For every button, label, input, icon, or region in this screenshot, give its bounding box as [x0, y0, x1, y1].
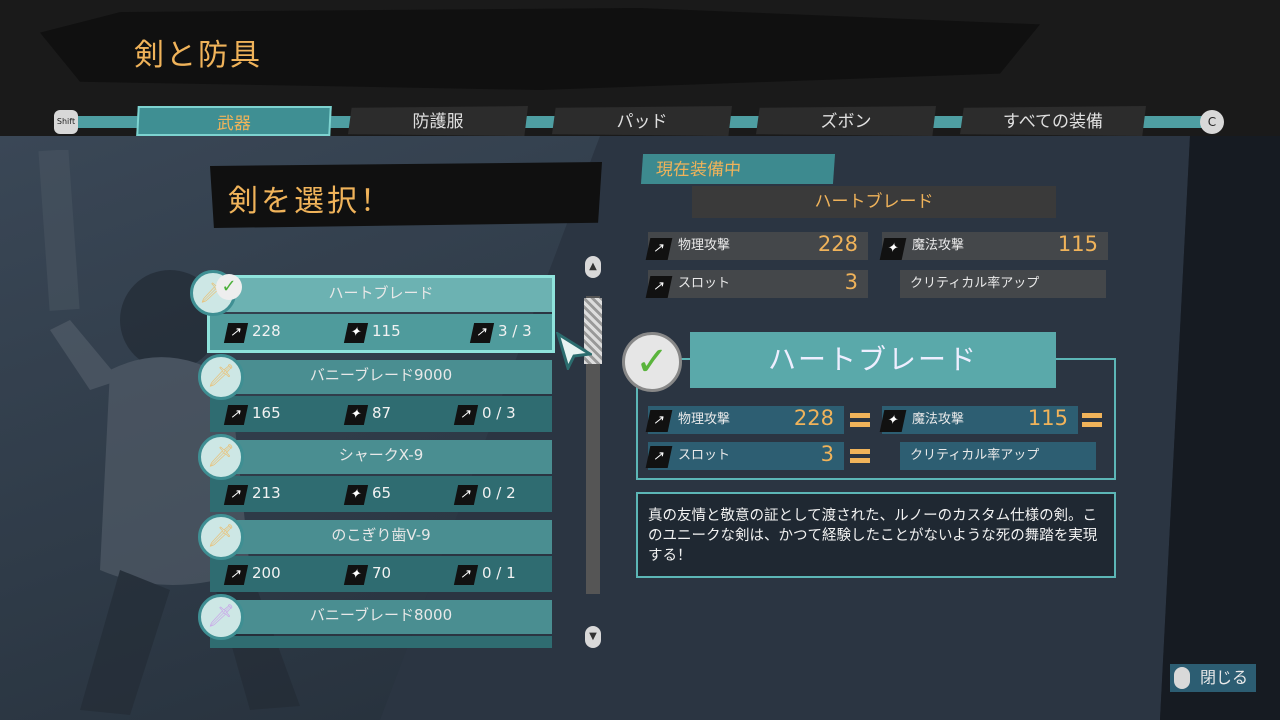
magic-label: 魔法攻撃: [912, 412, 965, 427]
weapon-stats: [210, 636, 552, 648]
sword-icon: ↗: [223, 405, 249, 425]
slot-value: 3: [820, 442, 834, 466]
physical-stat: ↗ 200: [223, 564, 281, 585]
weapon-name: ハートブレード: [210, 278, 552, 312]
page-title: 剣と防具: [134, 38, 262, 73]
sword-icon: ↗: [645, 238, 673, 260]
weapon-item-sawtooth-v9[interactable]: のこぎり歯V-9 ↗ 200 ✦ 70 ↗ 0 / 1: [210, 520, 552, 592]
sword-icon: 🗡: [198, 514, 244, 560]
weapon-item-heartblade[interactable]: ハートブレード ↗ 228 ✦ 115 ↗ 3 / 3: [207, 275, 555, 353]
sword-icon: 🗡: [198, 594, 244, 640]
preview-weapon-name: ハートブレード: [690, 332, 1056, 388]
mouse-scroll-up-icon[interactable]: ▲: [585, 256, 601, 278]
weapon-name: バニーブレード9000: [210, 360, 552, 394]
equal-icon: [850, 413, 870, 427]
preview-slot-box: スロット 3: [648, 442, 844, 470]
tab-pads[interactable]: パッド: [552, 106, 732, 136]
weapon-stats: ↗ 213 ✦ 65 ↗ 0 / 2: [210, 476, 552, 512]
sparkle-icon: ✦: [343, 485, 369, 505]
physical-stat: ↗ 213: [223, 484, 281, 505]
sparkle-icon: ✦: [343, 565, 369, 585]
sword-icon: ↗: [645, 410, 673, 432]
weapon-item-bunnyblade9000[interactable]: バニーブレード9000 ↗ 165 ✦ 87 ↗ 0 / 3: [210, 360, 552, 432]
weapon-description: 真の友情と敬意の証として渡された、ルノーのカスタム仕様の剣。このユニークな剣は、…: [636, 492, 1116, 578]
physical-value: 228: [817, 232, 858, 256]
physical-label: 物理攻撃: [678, 412, 731, 427]
slot-icon: ↗: [469, 323, 495, 343]
slot-icon: ↗: [453, 485, 479, 505]
slot-label: スロット: [678, 276, 731, 291]
sparkle-icon: ✦: [879, 238, 907, 260]
weapon-item-sharkx9[interactable]: シャークX-9 ↗ 213 ✦ 65 ↗ 0 / 2: [210, 440, 552, 512]
magic-value: 115: [1027, 406, 1068, 430]
weapon-name: シャークX-9: [210, 440, 552, 474]
weapon-item-bunnyblade8000[interactable]: バニーブレード8000: [210, 600, 552, 648]
sword-icon: ↗: [223, 565, 249, 585]
sword-icon: ↗: [223, 323, 249, 343]
close-label: 閉じる: [1200, 668, 1249, 687]
weapon-stats: ↗ 200 ✦ 70 ↗ 0 / 1: [210, 556, 552, 592]
sparkle-icon: ✦: [879, 410, 907, 432]
slot-stat: ↗ 3 / 3: [469, 322, 532, 343]
equipped-weapon-name: ハートブレード: [692, 186, 1056, 218]
magic-label: 魔法攻撃: [912, 238, 965, 253]
check-icon: ✓: [622, 332, 682, 392]
magic-stat: ✦ 65: [343, 484, 391, 505]
slot-stat: ↗ 0 / 1: [453, 564, 516, 585]
slot-icon: ↗: [453, 405, 479, 425]
magic-stat: ✦ 70: [343, 564, 391, 585]
select-prompt: 剣を選択！: [228, 184, 393, 219]
slot-value: 3: [844, 270, 858, 294]
pointer-cursor-icon: [556, 332, 592, 370]
equipped-check-icon: ✓: [216, 274, 242, 300]
weapon-stats: ↗ 165 ✦ 87 ↗ 0 / 3: [210, 396, 552, 432]
close-button[interactable]: 閉じる: [1170, 664, 1256, 692]
sword-icon: 🗡: [198, 354, 244, 400]
current-slot-box: スロット 3: [648, 270, 868, 298]
preview-physical-box: 物理攻撃 228: [648, 406, 844, 434]
tab-pants[interactable]: ズボン: [756, 106, 936, 136]
sword-icon: ↗: [223, 485, 249, 505]
shift-key-icon[interactable]: Shift: [54, 110, 78, 134]
magic-stat: ✦ 115: [343, 322, 401, 343]
slot-stat: ↗ 0 / 2: [453, 484, 516, 505]
slot-icon: ↗: [453, 565, 479, 585]
magic-value: 115: [1057, 232, 1098, 256]
physical-label: 物理攻撃: [678, 238, 731, 253]
currently-equipped-tag: 現在装備中: [640, 154, 836, 184]
sword-icon: 🗡: [198, 434, 244, 480]
magic-stat: ✦ 87: [343, 404, 391, 425]
physical-value: 228: [793, 406, 834, 430]
weapon-name: バニーブレード8000: [210, 600, 552, 634]
tab-weapons[interactable]: 武器: [136, 106, 332, 136]
current-perk: クリティカル率アップ: [900, 270, 1106, 298]
physical-stat: ↗ 228: [223, 322, 281, 343]
physical-stat: ↗ 165: [223, 404, 281, 425]
slot-label: スロット: [678, 448, 731, 463]
current-magic-box: 魔法攻撃 115: [882, 232, 1108, 260]
mouse-icon: [1174, 667, 1190, 689]
equal-icon: [850, 449, 870, 463]
weapon-stats: ↗ 228 ✦ 115 ↗ 3 / 3: [210, 314, 552, 350]
slot-stat: ↗ 0 / 3: [453, 404, 516, 425]
tab-all-equipment[interactable]: すべての装備: [960, 106, 1146, 136]
slot-icon: ↗: [645, 276, 673, 298]
sparkle-icon: ✦: [343, 405, 369, 425]
sparkle-icon: ✦: [343, 323, 369, 343]
mouse-scroll-down-icon[interactable]: ▼: [585, 626, 601, 648]
slot-icon: ↗: [645, 446, 673, 468]
weapon-name: のこぎり歯V-9: [210, 520, 552, 554]
preview-magic-box: 魔法攻撃 115: [882, 406, 1078, 434]
equal-icon: [1082, 413, 1102, 427]
tab-armor[interactable]: 防護服: [348, 106, 528, 136]
preview-perk: クリティカル率アップ: [900, 442, 1096, 470]
c-key-icon[interactable]: C: [1200, 110, 1224, 134]
current-physical-box: 物理攻撃 228: [648, 232, 868, 260]
